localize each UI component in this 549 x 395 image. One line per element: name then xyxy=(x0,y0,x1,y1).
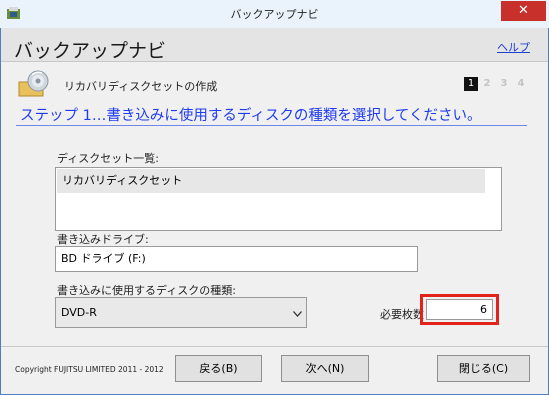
list-item[interactable]: リカバリディスクセット xyxy=(57,169,485,193)
section-title: リカバリディスクセットの作成 xyxy=(64,80,218,93)
page-title: バックアップナビ xyxy=(14,40,167,62)
disc-folder-icon xyxy=(18,70,50,98)
step-indicator-2: 2 xyxy=(483,78,491,89)
heading-divider xyxy=(16,125,527,126)
chevron-down-icon[interactable] xyxy=(293,310,302,320)
disc-type-select[interactable]: DVD-R xyxy=(55,297,307,328)
disc-set-label: ディスクセット一覧: xyxy=(57,152,159,165)
drive-label: 書き込みドライブ: xyxy=(57,233,149,246)
drive-field: BD ドライブ (F:) xyxy=(55,246,418,272)
step-indicator-4: 4 xyxy=(517,78,525,89)
close-button[interactable]: 閉じる(C) xyxy=(437,355,530,382)
step-indicator-1: 1 xyxy=(464,77,478,91)
step-indicator-3: 3 xyxy=(500,78,508,89)
copyright-text: Copyright FUJITSU LIMITED 2011 - 2012 xyxy=(15,365,164,374)
back-button[interactable]: 戻る(B) xyxy=(175,355,262,382)
close-icon[interactable]: ✕ xyxy=(501,1,546,21)
next-button[interactable]: 次へ(N) xyxy=(281,355,369,382)
help-link[interactable]: ヘルプ xyxy=(497,39,530,55)
required-count-label: 必要枚数 xyxy=(380,308,424,321)
required-count-field: 6 xyxy=(426,299,493,320)
window-title: バックアップナビ xyxy=(230,8,319,21)
step-heading: ステップ 1…書き込みに使用するディスクの種類を選択してください。 xyxy=(20,108,482,124)
disc-type-label: 書き込みに使用するディスクの種類: xyxy=(57,284,236,297)
